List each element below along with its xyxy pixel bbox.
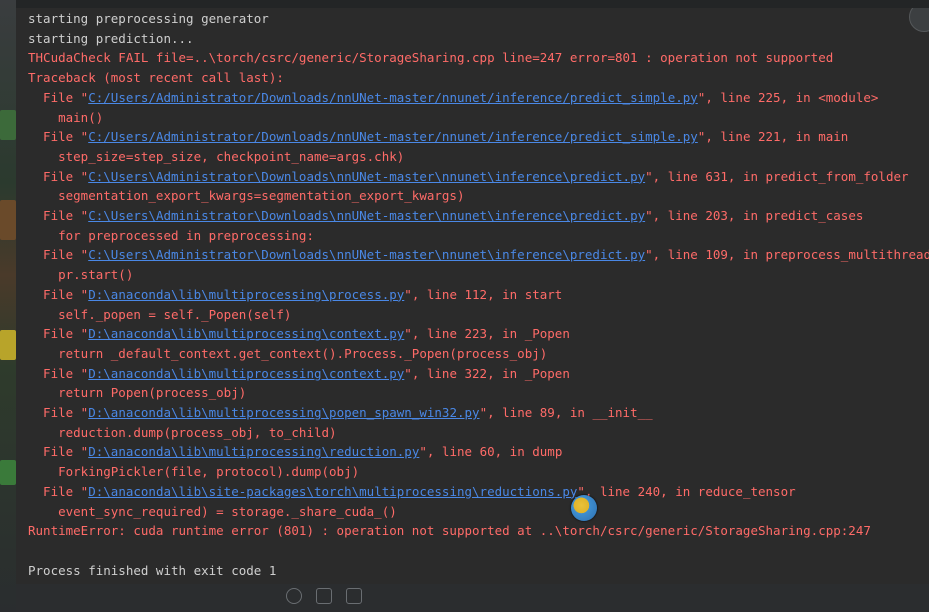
console-text: File " — [28, 208, 89, 223]
console-text: main() — [28, 109, 104, 125]
file-path-link[interactable]: D:\anaconda\lib\multiprocessing\context.… — [88, 366, 404, 381]
console-line: reduction.dump(process_obj, to_child) — [28, 423, 337, 443]
console-text: ", line 240, in reduce_tensor — [577, 483, 796, 499]
console-line: File "C:\Users\Administrator\Downloads\n… — [28, 167, 909, 187]
console-text: File " — [28, 444, 89, 460]
console-text: ", line 631, in predict_from_folder — [645, 168, 909, 184]
console-line: for preprocessed in preprocessing: — [28, 226, 314, 246]
console-text: starting preprocessing generator — [28, 11, 269, 26]
file-path-link[interactable]: C:/Users/Administrator/Downloads/nnUNet-… — [88, 90, 698, 105]
square-icon — [346, 588, 362, 604]
console-text: File " — [28, 168, 89, 184]
console-text: ", line 322, in _Popen — [404, 365, 570, 381]
console-line: File "D:\anaconda\lib\multiprocessing\co… — [28, 324, 570, 344]
console-line: starting preprocessing generator — [28, 9, 269, 29]
console-text: reduction.dump(process_obj, to_child) — [28, 424, 337, 440]
file-path-link[interactable]: D:\anaconda\lib\multiprocessing\context.… — [88, 326, 404, 341]
background-thumbnail — [0, 330, 16, 360]
console-line: return Popen(process_obj) — [28, 383, 246, 403]
console-line: File "D:\anaconda\lib\multiprocessing\co… — [28, 364, 570, 384]
background-thumbnail — [0, 110, 16, 140]
console-text: ", line 203, in predict_cases — [645, 208, 864, 223]
console-text: starting prediction... — [28, 30, 194, 46]
console-text: ", line 89, in __init__ — [479, 405, 653, 420]
background-window-edge — [0, 0, 16, 612]
console-text: File " — [28, 326, 89, 342]
background-thumbnail — [0, 200, 16, 240]
console-text: ", line 221, in main — [697, 129, 849, 145]
pinned-app-icon[interactable] — [571, 495, 597, 521]
run-console-output[interactable]: starting preprocessing generator starting… — [16, 8, 929, 584]
console-text: File " — [28, 129, 89, 145]
console-line: File "C:\Users\Administrator\Downloads\n… — [28, 245, 929, 265]
console-line: File "C:\Users\Administrator\Downloads\n… — [28, 206, 863, 226]
console-text: Traceback (most recent call last): — [28, 70, 284, 86]
console-text: File " — [28, 286, 89, 302]
console-text: ", line 112, in start — [404, 286, 563, 302]
console-text: return Popen(process_obj) — [28, 385, 247, 401]
console-line: File "C:/Users/Administrator/Downloads/n… — [28, 127, 848, 147]
console-text: ", line 223, in _Popen — [404, 326, 570, 342]
file-path-link[interactable]: C:/Users/Administrator/Downloads/nnUNet-… — [88, 129, 698, 144]
console-text: self._popen = self._Popen(self) — [28, 306, 292, 322]
console-text: step_size=step_size, checkpoint_name=arg… — [28, 148, 405, 164]
console-line: event_sync_required) = storage._share_cu… — [28, 502, 397, 522]
console-text: return _default_context.get_context().Pr… — [28, 345, 548, 361]
background-thumbnail — [0, 460, 16, 485]
console-text: ForkingPickler(file, protocol).dump(obj) — [28, 464, 360, 480]
console-line: File "D:\anaconda\lib\multiprocessing\po… — [28, 403, 653, 423]
console-text: for preprocessed in preprocessing: — [28, 227, 314, 243]
file-path-link[interactable]: D:\anaconda\lib\multiprocessing\popen_sp… — [88, 405, 479, 420]
close-x-icon — [316, 588, 332, 604]
file-path-link[interactable]: D:\anaconda\lib\multiprocessing\process.… — [88, 287, 404, 302]
console-text: ", line 225, in <module> — [697, 89, 879, 105]
console-text: THCudaCheck FAIL file=..\torch/csrc/gene… — [28, 50, 834, 66]
file-path-link[interactable]: C:\Users\Administrator\Downloads\nnUNet-… — [88, 247, 645, 262]
console-line: pr.start() — [28, 265, 133, 285]
console-line: ForkingPickler(file, protocol).dump(obj) — [28, 462, 359, 482]
console-line: THCudaCheck FAIL file=..\torch/csrc/gene… — [28, 48, 833, 68]
console-line: File "D:\anaconda\lib\multiprocessing\re… — [28, 442, 562, 462]
console-text: event_sync_required) = storage._share_cu… — [28, 503, 397, 519]
console-text: File " — [28, 405, 89, 420]
console-text: Process finished with exit code 1 — [28, 562, 277, 578]
console-line: self._popen = self._Popen(self) — [28, 305, 291, 325]
console-line: Process finished with exit code 1 — [28, 561, 276, 581]
console-text: ", line 109, in preprocess_multithread — [645, 247, 929, 263]
file-path-link[interactable]: C:\Users\Administrator\Downloads\nnUNet-… — [88, 208, 645, 223]
console-line: main() — [28, 108, 103, 128]
console-text: pr.start() — [28, 267, 134, 283]
file-path-link[interactable]: C:\Users\Administrator\Downloads\nnUNet-… — [88, 169, 645, 184]
console-line: starting prediction... — [28, 29, 194, 49]
console-line: return _default_context.get_context().Pr… — [28, 344, 547, 364]
console-line: File "D:\anaconda\lib\multiprocessing\pr… — [28, 285, 562, 305]
console-line: File "D:\anaconda\lib\site-packages\torc… — [28, 482, 796, 502]
console-line: segmentation_export_kwargs=segmentation_… — [28, 186, 465, 206]
console-line: Traceback (most recent call last): — [28, 68, 284, 88]
background-toolbar — [16, 584, 929, 612]
circle-icon — [286, 588, 302, 604]
console-line: File "C:/Users/Administrator/Downloads/n… — [28, 88, 878, 108]
close-icon[interactable] — [909, 8, 929, 32]
console-text: File " — [28, 483, 89, 499]
console-text: File " — [28, 247, 89, 263]
console-text: ", line 60, in dump — [419, 444, 563, 460]
console-text: segmentation_export_kwargs=segmentation_… — [28, 188, 465, 204]
console-text: File " — [28, 365, 89, 381]
console-text: RuntimeError: cuda runtime error (801) :… — [28, 523, 871, 539]
file-path-link[interactable]: D:\anaconda\lib\multiprocessing\reductio… — [88, 444, 419, 459]
file-path-link[interactable]: D:\anaconda\lib\site-packages\torch\mult… — [88, 484, 577, 499]
console-line: step_size=step_size, checkpoint_name=arg… — [28, 147, 404, 167]
console-text: File " — [28, 89, 89, 105]
console-line: RuntimeError: cuda runtime error (801) :… — [28, 521, 871, 541]
